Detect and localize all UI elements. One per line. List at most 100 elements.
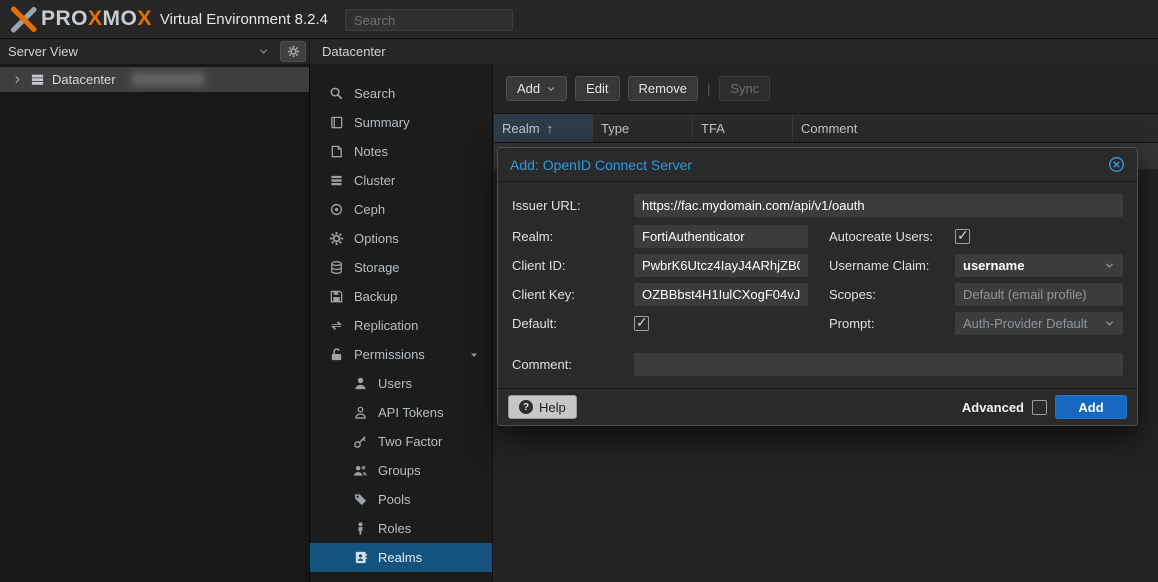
sidebar-item-summary[interactable]: Summary [310,108,492,137]
prompt-select[interactable]: Auth-Provider Default [955,312,1123,335]
realm-label: Realm: [512,229,634,244]
default-checkbox[interactable] [634,316,649,331]
sidebar-item-replication[interactable]: Replication [310,311,492,340]
sidebar-menu: Search Summary Notes Cluster Ceph Options Stor… [310,64,493,582]
sidebar-item-ha[interactable]: HA [310,572,492,582]
tree-item-label: Datacenter [52,72,116,87]
autocreate-users-checkbox[interactable] [955,229,970,244]
sidebar-item-cluster[interactable]: Cluster [310,166,492,195]
dialog-right-column: Autocreate Users: Username Claim: userna… [829,225,1123,341]
top-header: PROXMOX Virtual Environment 8.2.4 [0,0,1158,39]
prompt-label: Prompt: [829,316,955,331]
add-button[interactable]: Add [506,76,567,101]
gear-icon [287,45,300,58]
key-icon [353,434,368,449]
sub-header: Server View Datacenter [0,39,1158,64]
client-key-input[interactable] [634,283,808,306]
column-header-type[interactable]: Type [593,114,693,142]
help-button[interactable]: ? Help [508,395,577,419]
sidebar-item-permissions[interactable]: Permissions [310,340,492,369]
person-icon [353,521,368,536]
tag-icon [353,492,368,507]
floppy-icon [329,289,344,304]
dialog-add-button[interactable]: Add [1055,395,1127,419]
chevron-down-icon [258,46,269,57]
ceph-icon [329,202,344,217]
redacted-hostname [131,73,205,86]
user-icon [353,376,368,391]
sidebar-item-label: Users [378,376,412,391]
users-icon [353,463,368,478]
sidebar-item-label: Storage [354,260,400,275]
dialog-body: Issuer URL: Realm: Client ID: Client Key… [498,182,1137,388]
issuer-url-label: Issuer URL: [512,198,634,213]
caret-down-icon [468,349,480,361]
dialog-title: Add: OpenID Connect Server [510,157,1108,173]
sidebar-item-options[interactable]: Options [310,224,492,253]
sync-button[interactable]: Sync [719,76,770,101]
comment-label: Comment: [512,357,634,372]
sidebar-item-users[interactable]: Users [310,369,492,398]
add-openid-dialog: Add: OpenID Connect Server Issuer URL: R… [497,147,1138,426]
sidebar-item-label: Notes [354,144,388,159]
scopes-input[interactable] [955,283,1123,306]
note-icon [329,144,344,159]
sidebar-item-label: API Tokens [378,405,444,420]
sidebar-item-search[interactable]: Search [310,79,492,108]
remove-button[interactable]: Remove [628,76,698,101]
sidebar-item-groups[interactable]: Groups [310,456,492,485]
table-header: Realm↑TypeTFAComment [494,113,1158,143]
sidebar-item-label: Summary [354,115,410,130]
sidebar-item-label: Search [354,86,395,101]
sidebar-item-pools[interactable]: Pools [310,485,492,514]
sidebar-item-label: Cluster [354,173,395,188]
address-book-icon [353,550,368,565]
column-header-tfa[interactable]: TFA [693,114,793,142]
dialog-titlebar: Add: OpenID Connect Server [498,148,1137,182]
sidebar-item-label: Groups [378,463,421,478]
layers-icon [329,173,344,188]
column-header-comment[interactable]: Comment [793,114,1158,142]
sidebar-item-realms[interactable]: Realms [310,543,492,572]
close-icon[interactable] [1108,156,1125,173]
question-icon: ? [519,400,533,414]
edit-button[interactable]: Edit [575,76,619,101]
tree-item-datacenter[interactable]: Datacenter [0,67,309,92]
sidebar-item-label: Options [354,231,399,246]
client-id-input[interactable] [634,254,808,277]
issuer-url-input[interactable] [634,194,1123,217]
sidebar-item-storage[interactable]: Storage [310,253,492,282]
comment-input[interactable] [634,353,1123,376]
gear-icon [329,231,344,246]
sidebar-item-label: Two Factor [378,434,442,449]
sidebar-item-backup[interactable]: Backup [310,282,492,311]
sidebar-item-ceph[interactable]: Ceph [310,195,492,224]
sidebar-item-label: Roles [378,521,411,536]
default-label: Default: [512,316,634,331]
username-claim-select[interactable]: username [955,254,1123,277]
realm-input[interactable] [634,225,808,248]
sidebar-item-label: Backup [354,289,397,304]
sidebar-item-roles[interactable]: Roles [310,514,492,543]
sidebar-item-label: Ceph [354,202,385,217]
chevron-down-icon [546,84,556,94]
panel-title: Datacenter [322,39,386,64]
tree-settings-button[interactable] [280,41,306,62]
scopes-label: Scopes: [829,287,955,302]
view-selector-label: Server View [8,44,78,59]
sidebar-item-api-tokens[interactable]: API Tokens [310,398,492,427]
view-selector[interactable]: Server View [0,39,277,64]
proxmox-app: PROXMOX Virtual Environment 8.2.4 Server… [0,0,1158,582]
advanced-checkbox[interactable] [1032,400,1047,415]
sidebar-item-label: Permissions [354,347,425,362]
tree-toolbar: Server View [0,39,310,64]
sync-icon [329,318,344,333]
server-icon [30,72,45,87]
column-header-realm[interactable]: Realm↑ [494,114,593,142]
sidebar-item-notes[interactable]: Notes [310,137,492,166]
sidebar-item-two-factor[interactable]: Two Factor [310,427,492,456]
username-claim-label: Username Claim: [829,258,955,273]
global-search-input[interactable] [345,9,513,31]
user-outline-icon [353,405,368,420]
sort-ascending-icon: ↑ [547,121,554,136]
